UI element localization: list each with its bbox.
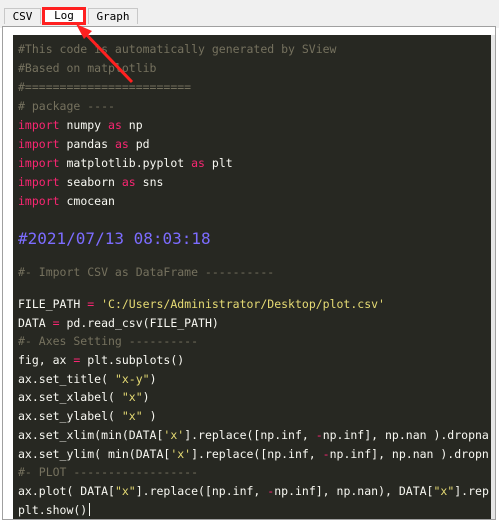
code-line-file-path: FILE_PATH = 'C:/Users/Administrator/Desk…	[18, 297, 385, 311]
tab-csv[interactable]: CSV	[4, 8, 41, 24]
comment-line: #This code is automatically generated by…	[18, 42, 337, 56]
code-line-set-ylabel: ax.set_ylabel( "x" )	[18, 409, 157, 423]
text-cursor	[89, 503, 91, 516]
tab-graph[interactable]: Graph	[88, 8, 138, 24]
comment-line: #- Axes Setting ----------	[18, 334, 199, 348]
code-editor[interactable]: #This code is automatically generated by…	[13, 35, 491, 519]
code-line-show: plt.show()	[18, 503, 91, 517]
code-line-set-xlim: ax.set_xlim(min(DATA['x'].replace([np.in…	[18, 428, 489, 442]
code-line-import-pandas: import pandas as pd	[18, 137, 150, 151]
tab-log[interactable]: Log	[42, 7, 86, 25]
timestamp-heading: #2021/07/13 08:03:18	[18, 229, 211, 248]
comment-line: #========================	[18, 80, 192, 94]
tab-bar: CSV Log Graph	[0, 0, 499, 28]
code-line-subplots: fig, ax = plt.subplots()	[18, 353, 185, 367]
vertical-scrollbar[interactable]	[491, 35, 495, 519]
code-line-set-xlabel: ax.set_xlabel( "x")	[18, 390, 150, 404]
code-line-import-seaborn: import seaborn as sns	[18, 175, 164, 189]
code-line-import-matplotlib: import matplotlib.pyplot as plt	[18, 156, 233, 170]
code-line-plot: ax.plot( DATA["x"].replace([np.inf, -np.…	[18, 484, 489, 498]
code-line-import-numpy: import numpy as np	[18, 118, 143, 132]
comment-line: #- Import CSV as DataFrame ----------	[18, 265, 275, 279]
code-line-import-cmocean: import cmocean	[18, 194, 115, 208]
comment-line: # package ----	[18, 99, 115, 113]
comment-line: #- PLOT ------------------	[18, 465, 199, 479]
code-line-read-csv: DATA = pd.read_csv(FILE_PATH)	[18, 316, 219, 330]
code-line-set-ylim: ax.set_ylim( min(DATA['x'].replace([np.i…	[18, 447, 489, 461]
comment-line: #Based on matplotlib	[18, 61, 157, 75]
code-line-set-title: ax.set_title( "x-y")	[18, 372, 157, 386]
